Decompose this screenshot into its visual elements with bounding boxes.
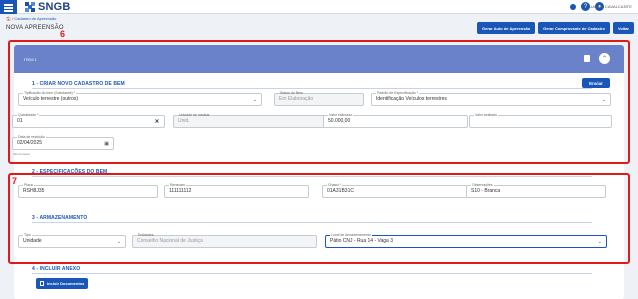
section-anexo-title: 4 - INCLUIR ANEXO <box>32 266 81 272</box>
highlight-box-6 <box>8 40 630 164</box>
incluir-documentos-label: Incluir Documentos <box>47 281 85 286</box>
voltar-button[interactable]: Voltar <box>612 22 634 34</box>
annotation-label-7: 7 <box>12 176 18 186</box>
gerar-auto-button[interactable]: Gerar Auto de Apreensão <box>476 22 536 34</box>
logo-text: SNGB <box>38 1 71 13</box>
annotation-label-6: 6 <box>60 29 66 39</box>
hamburger-menu-icon[interactable] <box>0 0 17 14</box>
logo-mark-icon <box>25 1 36 13</box>
incluir-documentos-button[interactable]: Incluir Documentos <box>36 278 89 289</box>
section-divider <box>32 273 592 274</box>
app-logo[interactable]: SNGB <box>25 1 71 13</box>
gerar-comprovante-button[interactable]: Gerar Comprovante de Cadastro <box>538 22 610 34</box>
document-icon <box>40 281 44 286</box>
notification-icon[interactable] <box>570 3 576 10</box>
user-name[interactable]: LUANNE CAVALCANTE <box>587 4 632 9</box>
breadcrumb[interactable]: 🏠 / Cadastro de Apreensão <box>6 16 56 21</box>
page-title: NOVA APREENSÃO <box>6 25 64 31</box>
top-bar: SNGB ? ● LUANNE CAVALCANTE <box>0 0 638 14</box>
highlight-box-7 <box>8 173 630 264</box>
